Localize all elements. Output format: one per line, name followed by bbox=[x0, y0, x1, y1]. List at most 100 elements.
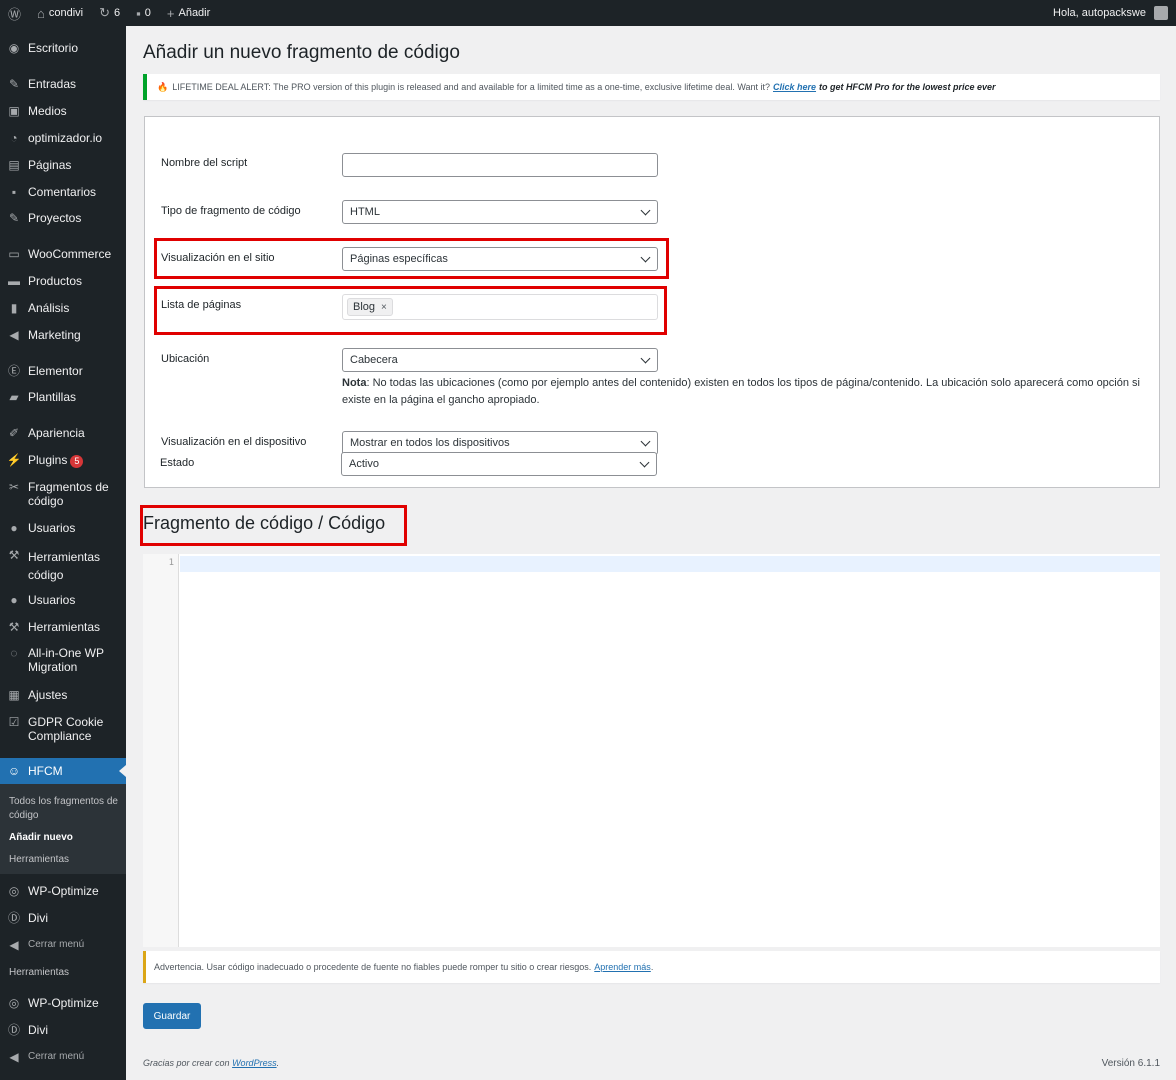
comments-count: 0 bbox=[144, 7, 151, 19]
archive-icon: ▬ bbox=[8, 274, 20, 288]
folder-icon: ▰ bbox=[9, 390, 19, 404]
new-label: Añadir bbox=[178, 7, 211, 19]
divi-icon: Ⓓ bbox=[7, 911, 20, 925]
menu-collapse[interactable]: ◀ Cerrar menú bbox=[0, 938, 126, 952]
menu-elementor[interactable]: Ⓔ Elementor bbox=[0, 364, 126, 378]
updates-menu[interactable]: ↻ 6 bbox=[91, 0, 128, 26]
menu-divi-2[interactable]: Ⓓ Divi bbox=[0, 1023, 126, 1037]
menu-herramientas-sub[interactable]: Herramientas bbox=[9, 967, 69, 978]
status-select[interactable]: Activo bbox=[341, 452, 657, 476]
account-menu[interactable]: Hola, autopackswe bbox=[1045, 0, 1176, 26]
chevron-down-icon bbox=[640, 353, 651, 364]
menu-collapse-2[interactable]: ◀ Cerrar menú bbox=[0, 1050, 126, 1064]
device-label: Visualización en el dispositivo bbox=[161, 436, 307, 448]
active-line bbox=[180, 556, 1160, 572]
menu-all-in-one-migration[interactable]: ◌ All-in-One WP Migration bbox=[0, 646, 126, 674]
greeting: Hola, autopackswe bbox=[1053, 7, 1146, 19]
migration-icon: ◌ bbox=[10, 646, 18, 660]
menu-fragmentos[interactable]: ✂ Fragmentos de código bbox=[0, 480, 126, 508]
warning-notice: Advertencia. Usar código inadecuado o pr… bbox=[143, 951, 1160, 983]
wordpress-link[interactable]: WordPress bbox=[232, 1058, 277, 1068]
woo-icon: ▭ bbox=[8, 247, 20, 261]
menu-paginas[interactable]: ▤ Páginas bbox=[0, 158, 126, 172]
location-label: Ubicación bbox=[161, 353, 210, 365]
menu-medios[interactable]: ▣ Medios bbox=[0, 104, 126, 118]
location-value: Cabecera bbox=[350, 354, 398, 366]
plugin-icon: ⚡ bbox=[6, 453, 22, 467]
menu-analisis[interactable]: ▮ Análisis bbox=[0, 301, 126, 315]
comment-icon: ▪ bbox=[11, 185, 17, 199]
new-content-menu[interactable]: + Añadir bbox=[159, 0, 218, 26]
menu-plugins[interactable]: ⚡ Plugins 5 bbox=[0, 453, 126, 468]
submenu-todos-fragmentos[interactable]: Todos los fragmentos de código bbox=[9, 795, 119, 823]
pin-icon: ✎ bbox=[8, 77, 20, 91]
save-button[interactable]: Guardar bbox=[143, 1003, 201, 1029]
menu-herramientas[interactable]: ⚒ Herramientas bbox=[0, 620, 126, 634]
code-editor[interactable]: 1 bbox=[143, 554, 1160, 947]
comments-menu[interactable]: ▪ 0 bbox=[128, 0, 159, 26]
avatar bbox=[1154, 6, 1168, 20]
menu-plantillas[interactable]: ▰ Plantillas bbox=[0, 390, 126, 404]
submenu-herramientas[interactable]: Herramientas bbox=[9, 853, 119, 867]
submenu-anadir-nuevo[interactable]: Añadir nuevo bbox=[9, 831, 119, 845]
line-number: 1 bbox=[168, 558, 174, 568]
wrench-icon: ⚒ bbox=[8, 620, 20, 634]
home-icon: ⌂ bbox=[37, 5, 45, 21]
user-icon: ● bbox=[10, 521, 18, 535]
menu-apariencia[interactable]: ✐ Apariencia bbox=[0, 426, 126, 440]
wrench-icon: ⚒ bbox=[8, 548, 20, 562]
fire-icon: 🔥 bbox=[157, 81, 169, 92]
device-value: Mostrar en todos los dispositivos bbox=[350, 437, 510, 449]
menu-comentarios[interactable]: ▪ Comentarios bbox=[0, 185, 126, 199]
snippet-type-select[interactable]: HTML bbox=[342, 200, 658, 224]
menu-escritorio[interactable]: ◉ Escritorio bbox=[0, 41, 126, 55]
menu-ajustes[interactable]: ▦ Ajustes bbox=[0, 688, 126, 702]
script-name-input[interactable] bbox=[342, 153, 658, 177]
page-title: Añadir un nuevo fragmento de código bbox=[143, 42, 460, 63]
chart-icon: ▮ bbox=[10, 301, 18, 315]
warning-text: Advertencia. Usar código inadecuado o pr… bbox=[154, 962, 592, 972]
menu-wp-optimize-2[interactable]: ◎ WP-Optimize bbox=[0, 996, 126, 1010]
menu-woocommerce[interactable]: ▭ WooCommerce bbox=[0, 247, 126, 261]
hfcm-submenu: Todos los fragmentos de código Añadir nu… bbox=[0, 784, 126, 874]
wp-logo-menu[interactable]: Ⓦ bbox=[0, 0, 29, 26]
location-select[interactable]: Cabecera bbox=[342, 348, 658, 372]
admin-bar: Ⓦ ⌂ condivi ↻ 6 ▪ 0 + Añadir Hola, autopacks… bbox=[0, 0, 1176, 26]
snippet-type-label: Tipo de fragmento de código bbox=[161, 205, 301, 217]
menu-productos[interactable]: ▬ Productos bbox=[0, 274, 126, 288]
menu-usuarios-2[interactable]: ● Usuarios bbox=[0, 593, 126, 607]
highlight-pages-list bbox=[154, 286, 667, 335]
status-label: Estado bbox=[160, 457, 195, 469]
menu-divi[interactable]: Ⓓ Divi bbox=[0, 911, 126, 925]
scissors-icon: ✂ bbox=[8, 480, 20, 494]
menu-herramientas-codigo[interactable]: ⚒ Herramientas código bbox=[0, 548, 126, 584]
menu-optimizador[interactable]: ◔ optimizador.io bbox=[0, 131, 126, 145]
site-name-menu[interactable]: ⌂ condivi bbox=[29, 0, 91, 26]
robot-icon: ☺ bbox=[7, 764, 21, 778]
promo-text: LIFETIME DEAL ALERT: The PRO version of … bbox=[172, 82, 770, 92]
gauge-icon: ◔ bbox=[10, 131, 18, 145]
menu-proyectos[interactable]: ✎ Proyectos bbox=[0, 211, 126, 225]
brush-icon: ✐ bbox=[8, 426, 20, 440]
menu-gdpr[interactable]: ☑ GDPR Cookie Compliance bbox=[0, 715, 126, 743]
footer-thanks: Gracias por crear con WordPress. bbox=[143, 1058, 280, 1068]
media-icon: ▣ bbox=[8, 104, 20, 118]
collapse-icon: ◀ bbox=[9, 1050, 19, 1064]
admin-sidebar: ◉ Escritorio ✎ Entradas ▣ Medios ◔ optimizad… bbox=[0, 26, 126, 1080]
menu-hfcm[interactable]: ☺ HFCM bbox=[0, 758, 126, 784]
promo-link[interactable]: Click here bbox=[773, 82, 816, 92]
menu-marketing[interactable]: ◀ Marketing bbox=[0, 328, 126, 342]
updates-icon: ↻ bbox=[99, 5, 111, 20]
comment-icon: ▪ bbox=[136, 5, 141, 21]
learn-more-link[interactable]: Aprender más bbox=[594, 962, 651, 972]
settings-icon: ▦ bbox=[8, 688, 20, 702]
elementor-icon: Ⓔ bbox=[7, 364, 20, 378]
chevron-down-icon bbox=[640, 205, 651, 216]
promo-notice: 🔥 LIFETIME DEAL ALERT: The PRO version o… bbox=[143, 74, 1160, 100]
menu-usuarios[interactable]: ● Usuarios bbox=[0, 521, 126, 535]
promo-tail: to get HFCM Pro for the lowest price eve… bbox=[819, 82, 996, 92]
plugins-label: Plugins bbox=[28, 453, 68, 467]
menu-wp-optimize[interactable]: ◎ WP-Optimize bbox=[0, 884, 126, 898]
menu-entradas[interactable]: ✎ Entradas bbox=[0, 77, 126, 91]
highlight-site-display bbox=[154, 238, 669, 279]
